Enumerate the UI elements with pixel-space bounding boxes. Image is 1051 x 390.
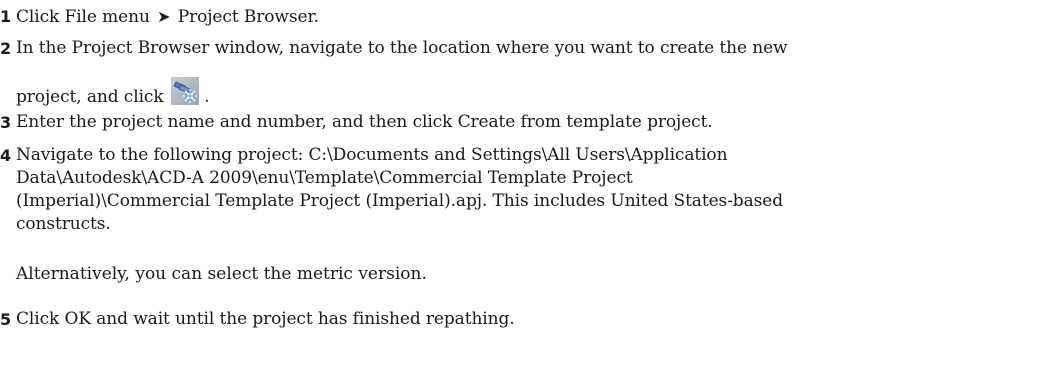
step-text-line: Data\Autodesk\ACD-A 2009\enu\Template\Co… [16, 168, 633, 188]
step-4-note: Alternatively, you can select the metric… [16, 264, 427, 284]
step-number: 2 [0, 39, 12, 58]
menu-arrow-icon: ➤ [157, 7, 171, 26]
step-text: project, and click [16, 87, 164, 107]
step-number: 1 [0, 7, 12, 26]
step-text: Click OK and wait until the project has … [16, 309, 515, 329]
new-project-icon [170, 77, 199, 105]
step-1: 1 Click File menu ➤ Project Browser. [0, 5, 1051, 29]
step-3: 3 Enter the project name and number, and… [0, 111, 1051, 135]
step-2: 2 In the Project Browser window, navigat… [0, 37, 1051, 61]
step-text-line: (Imperial)\Commercial Template Project (… [16, 191, 783, 211]
step-4: 4 Navigate to the following project: C:\… [0, 144, 1051, 234]
step-text: . [204, 87, 210, 107]
step-text: Enter the project name and number, and t… [16, 112, 713, 132]
step-text: Click File menu [16, 7, 150, 27]
step-number: 3 [0, 113, 12, 132]
step-number: 4 [0, 146, 12, 165]
step-text: In the Project Browser window, navigate … [16, 38, 788, 58]
step-text-line: constructs. [16, 214, 111, 234]
step-5: 5 Click OK and wait until the project ha… [0, 308, 1051, 332]
step-number: 5 [0, 310, 12, 329]
step-text-line: Navigate to the following project: C:\Do… [16, 145, 728, 165]
step-text: Project Browser. [177, 7, 319, 27]
